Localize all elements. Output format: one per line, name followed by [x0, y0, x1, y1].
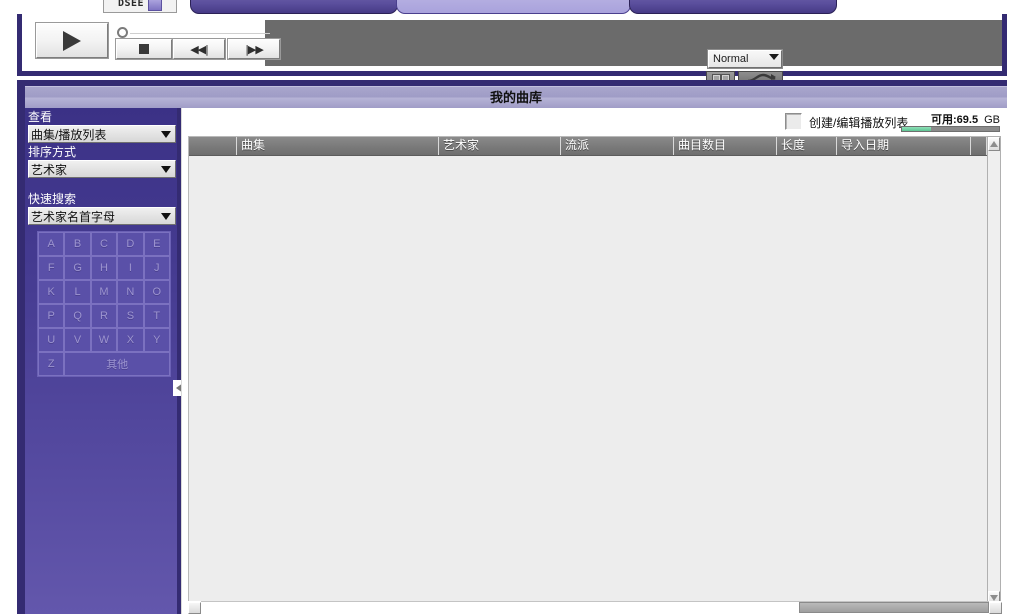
column-header[interactable]: 艺术家 — [439, 137, 561, 155]
seek-track — [130, 33, 270, 34]
table-header-row: 曲集 艺术家 流派 曲目数目 长度 导入日期 — [189, 137, 987, 156]
alpha-button[interactable]: W — [90, 328, 118, 352]
vertical-scrollbar[interactable] — [987, 136, 1001, 606]
window-titlebar: 我的曲库 — [25, 86, 1007, 108]
alpha-button[interactable]: R — [90, 304, 118, 328]
free-space-bar-fill — [902, 127, 932, 131]
sort-dropdown[interactable]: 艺术家 — [28, 160, 176, 178]
chevron-down-icon — [769, 54, 779, 60]
horizontal-scroll-track[interactable] — [201, 601, 989, 614]
play-mode-value: Normal — [713, 53, 749, 65]
alpha-button-other[interactable]: 其他 — [64, 352, 170, 376]
alpha-button[interactable]: Q — [64, 304, 91, 328]
column-header[interactable]: 曲集 — [237, 137, 439, 155]
create-edit-playlist-label: 创建/编辑播放列表 — [809, 116, 909, 130]
free-space-unit: GB — [984, 114, 1000, 126]
alpha-button[interactable]: B — [64, 232, 91, 256]
next-track-button[interactable]: |▶▶ — [228, 39, 280, 59]
column-header[interactable]: 长度 — [777, 137, 837, 155]
free-space-value: 69.5 — [956, 114, 979, 126]
chevron-down-icon — [161, 131, 171, 138]
play-button[interactable] — [36, 23, 108, 58]
alpha-button[interactable]: F — [38, 256, 65, 280]
stop-icon — [139, 44, 149, 54]
alpha-button[interactable]: T — [143, 304, 170, 328]
view-label: 查看 — [28, 110, 53, 124]
view-dropdown[interactable]: 曲集/播放列表 — [28, 125, 176, 143]
chevron-down-icon — [161, 213, 171, 220]
alpha-button[interactable]: L — [64, 280, 91, 304]
free-space-bar — [901, 126, 1000, 132]
alpha-button[interactable]: H — [90, 256, 118, 280]
scroll-left-button[interactable] — [188, 601, 201, 614]
quick-search-label: 快速搜索 — [28, 192, 77, 206]
alpha-button[interactable]: K — [38, 280, 65, 304]
alpha-button[interactable]: J — [143, 256, 170, 280]
tab-2[interactable] — [629, 0, 837, 14]
alpha-button[interactable]: V — [64, 328, 91, 352]
play-mode-dropdown[interactable]: Normal — [708, 50, 782, 68]
player-controls-area: ◀◀| |▶▶ Normal — [22, 20, 1002, 86]
content-toolbar: 创建/编辑播放列表 可用:69.5 GB — [182, 108, 1008, 136]
alpha-button[interactable]: A — [38, 232, 65, 256]
seek-handle[interactable] — [117, 27, 128, 38]
alpha-button[interactable]: P — [38, 304, 65, 328]
next-icon: |▶▶ — [245, 42, 264, 56]
seek-slider[interactable] — [117, 26, 270, 40]
free-space-label: 可用 — [931, 114, 953, 126]
page-title: 我的曲库 — [489, 90, 542, 105]
horizontal-scrollbar[interactable] — [188, 601, 1002, 614]
sort-label: 排序方式 — [28, 145, 77, 159]
view-dropdown-value: 曲集/播放列表 — [31, 127, 107, 142]
alpha-button[interactable]: O — [143, 280, 170, 304]
alphabet-filter-grid: A B C D E F G H I J K L M N O P Q R S T — [37, 231, 171, 377]
dsee-logo-text: DSEE — [117, 0, 145, 9]
library-content-pane: 创建/编辑播放列表 可用:69.5 GB 曲集 艺术家 流派 曲目数目 长度 导入… — [181, 108, 1008, 614]
previous-track-button[interactable]: ◀◀| — [173, 39, 225, 59]
stop-button[interactable] — [116, 39, 172, 59]
alpha-button[interactable]: X — [117, 328, 144, 352]
sort-dropdown-value: 艺术家 — [31, 162, 68, 177]
sidebar: 查看 曲集/播放列表 排序方式 艺术家 快速搜索 艺术家名首字母 A B C D — [25, 108, 177, 614]
previous-icon: ◀◀| — [190, 42, 209, 56]
horizontal-scroll-thumb[interactable] — [799, 602, 989, 613]
table-body — [189, 156, 987, 606]
alpha-button[interactable]: C — [90, 232, 118, 256]
column-header[interactable]: 曲目数目 — [674, 137, 777, 155]
alpha-button[interactable]: Z — [38, 352, 65, 376]
player-display-panel — [265, 20, 1002, 66]
chevron-down-icon — [161, 166, 171, 173]
create-edit-playlist-checkbox[interactable] — [785, 113, 802, 130]
play-icon — [63, 30, 81, 51]
column-header[interactable] — [971, 137, 987, 155]
column-header[interactable]: 流派 — [561, 137, 674, 155]
alpha-button[interactable]: Y — [143, 328, 170, 352]
alpha-button[interactable]: N — [117, 280, 144, 304]
alpha-button[interactable]: S — [117, 304, 144, 328]
tab-1[interactable] — [396, 0, 631, 14]
library-window: 我的曲库 查看 曲集/播放列表 排序方式 艺术家 快速搜索 艺术家名首字母 A — [17, 80, 1008, 614]
quick-search-dropdown-value: 艺术家名首字母 — [31, 209, 116, 224]
tab-0[interactable] — [190, 0, 398, 14]
column-header[interactable]: 导入日期 — [837, 137, 971, 155]
alpha-button[interactable]: U — [38, 328, 65, 352]
alpha-button[interactable]: M — [90, 280, 118, 304]
alpha-button[interactable]: G — [64, 256, 91, 280]
alpha-button[interactable]: I — [117, 256, 144, 280]
application-window: DSEE ◀◀| |▶▶ Normal 我的曲库 查看 曲集/播放列表 排序方式… — [0, 0, 1024, 614]
library-table: 曲集 艺术家 流派 曲目数目 长度 导入日期 — [188, 136, 988, 606]
column-header[interactable] — [189, 137, 237, 155]
dsee-indicator-icon — [148, 0, 163, 11]
player-bar: ◀◀| |▶▶ Normal — [17, 14, 1007, 86]
alpha-button[interactable]: D — [117, 232, 144, 256]
chevron-up-icon — [990, 141, 998, 147]
alpha-button[interactable]: E — [143, 232, 170, 256]
quick-search-dropdown[interactable]: 艺术家名首字母 — [28, 207, 176, 225]
top-tab-strip: DSEE — [0, 0, 1024, 14]
scroll-right-button[interactable] — [989, 601, 1002, 614]
dsee-logo: DSEE — [103, 0, 177, 13]
scroll-up-button[interactable] — [988, 137, 1000, 151]
free-space-text: 可用:69.5 GB — [931, 111, 1000, 127]
